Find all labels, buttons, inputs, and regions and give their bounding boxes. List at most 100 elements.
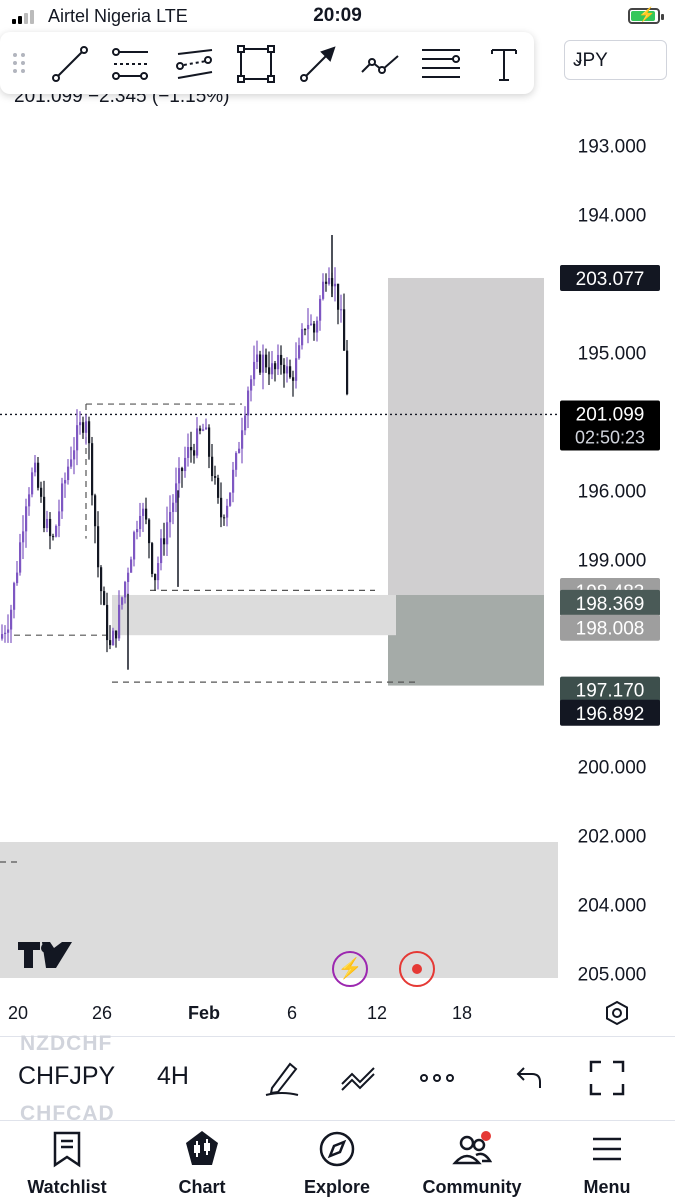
currency-select[interactable]: JPY ⌄	[564, 40, 667, 80]
y-tick-label: 194.000	[578, 205, 647, 226]
nav-label: Watchlist	[27, 1177, 107, 1197]
candle-body	[79, 422, 82, 426]
x-tick-label: 12	[367, 1003, 388, 1023]
nav-menu[interactable]: Menu	[552, 1121, 662, 1200]
record-button[interactable]	[399, 951, 435, 987]
trend-line-icon[interactable]	[48, 42, 92, 86]
candle-body	[22, 531, 25, 543]
compass-icon	[319, 1131, 355, 1167]
candle-body	[262, 354, 265, 373]
candle-body	[241, 430, 244, 449]
candle-body	[253, 361, 256, 380]
candle-body	[259, 354, 262, 373]
nav-community[interactable]: Community	[417, 1121, 527, 1200]
more-icon[interactable]	[417, 1058, 457, 1098]
candle-body	[187, 446, 190, 458]
candle-body	[214, 476, 217, 478]
fullscreen-icon[interactable]	[587, 1058, 627, 1098]
candle-body	[139, 515, 142, 530]
candle-body	[319, 298, 322, 321]
candle-body	[271, 363, 274, 375]
clock: 20:09	[313, 5, 362, 26]
quick-trade-icon[interactable]: ⚡	[332, 951, 368, 987]
candle-body	[220, 497, 223, 518]
candle-body	[289, 366, 292, 378]
candle-body	[313, 323, 316, 333]
candle-body	[145, 508, 148, 520]
candle-body	[190, 446, 193, 451]
candle-body	[70, 459, 73, 467]
candle-body	[82, 422, 85, 433]
candle-body	[34, 462, 37, 473]
candle-body	[19, 542, 22, 573]
x-tick-label: 6	[287, 1003, 298, 1023]
candle-body	[106, 604, 109, 641]
candle-body	[193, 450, 196, 456]
notification-dot	[481, 1131, 491, 1141]
parallel-channel-icon[interactable]	[108, 42, 152, 86]
price-label: 197.170	[576, 681, 645, 702]
nav-chart[interactable]: Chart	[147, 1121, 257, 1200]
path-icon[interactable]	[358, 42, 402, 86]
candle-body	[127, 572, 130, 583]
candle-body	[28, 494, 31, 507]
arrow-icon[interactable]	[296, 42, 340, 86]
candle-body	[31, 472, 34, 495]
menu-icon	[593, 1137, 621, 1161]
candle-body	[58, 511, 61, 526]
price-label: 198.369	[576, 594, 645, 615]
y-tick-label: 204.000	[578, 895, 647, 916]
candle-body	[316, 320, 319, 333]
chart-icon	[186, 1131, 218, 1165]
candle-body	[91, 443, 94, 496]
candle-body	[55, 525, 58, 537]
interval-select[interactable]: 4H	[157, 1062, 189, 1091]
price-chart[interactable]: 193.000 194.000 195.000 196.000 199.000 200.0…	[0, 90, 675, 990]
chart-settings-icon[interactable]	[604, 1000, 630, 1026]
nav-watchlist[interactable]: Watchlist	[12, 1121, 122, 1200]
candle-body	[295, 358, 298, 381]
volume-pane	[0, 842, 558, 978]
candle-body	[136, 529, 139, 533]
tradingview-logo	[18, 942, 72, 968]
candle-body	[280, 354, 283, 365]
stop-zone	[388, 594, 544, 686]
bottom-navigation: Watchlist Chart Explore Community Menu	[0, 1120, 675, 1200]
candle-body	[37, 462, 40, 488]
candle-body	[274, 363, 277, 370]
nav-explore[interactable]: Explore	[282, 1121, 392, 1200]
text-tool-icon[interactable]	[482, 42, 526, 86]
countdown-label: 02:50:23	[575, 427, 645, 447]
symbol-name[interactable]: CHFJPY	[18, 1062, 115, 1091]
candle-body	[157, 563, 160, 581]
candle-body	[334, 283, 337, 287]
candle-body	[52, 536, 55, 538]
candle-body	[124, 582, 127, 598]
undo-icon[interactable]	[508, 1058, 548, 1098]
regression-trend-icon[interactable]	[172, 42, 216, 86]
pen-icon[interactable]	[262, 1058, 302, 1098]
candle-body	[346, 350, 349, 395]
candle-body	[202, 429, 205, 431]
candle-body	[46, 518, 49, 529]
candle-body	[199, 428, 202, 431]
candle-body	[337, 283, 340, 310]
candle-body	[148, 519, 151, 544]
candle-body	[73, 450, 76, 460]
drag-handle-icon[interactable]	[12, 52, 26, 74]
candle-body	[181, 468, 184, 472]
candle-body	[298, 345, 301, 359]
rectangle-icon[interactable]	[234, 42, 278, 86]
x-tick-label: 26	[92, 1003, 113, 1023]
candle-body	[4, 632, 7, 635]
candle-body	[256, 354, 259, 362]
indicators-icon[interactable]	[338, 1058, 378, 1098]
candle-body	[115, 630, 118, 639]
candle-body	[184, 457, 187, 472]
y-tick-label: 195.000	[578, 343, 647, 364]
candle-body	[13, 583, 16, 610]
candle-body	[178, 468, 181, 484]
price-label: 196.892	[576, 704, 645, 725]
fib-retracement-icon[interactable]	[420, 42, 464, 86]
previous-symbol[interactable]: NZDCHF	[20, 1032, 112, 1056]
